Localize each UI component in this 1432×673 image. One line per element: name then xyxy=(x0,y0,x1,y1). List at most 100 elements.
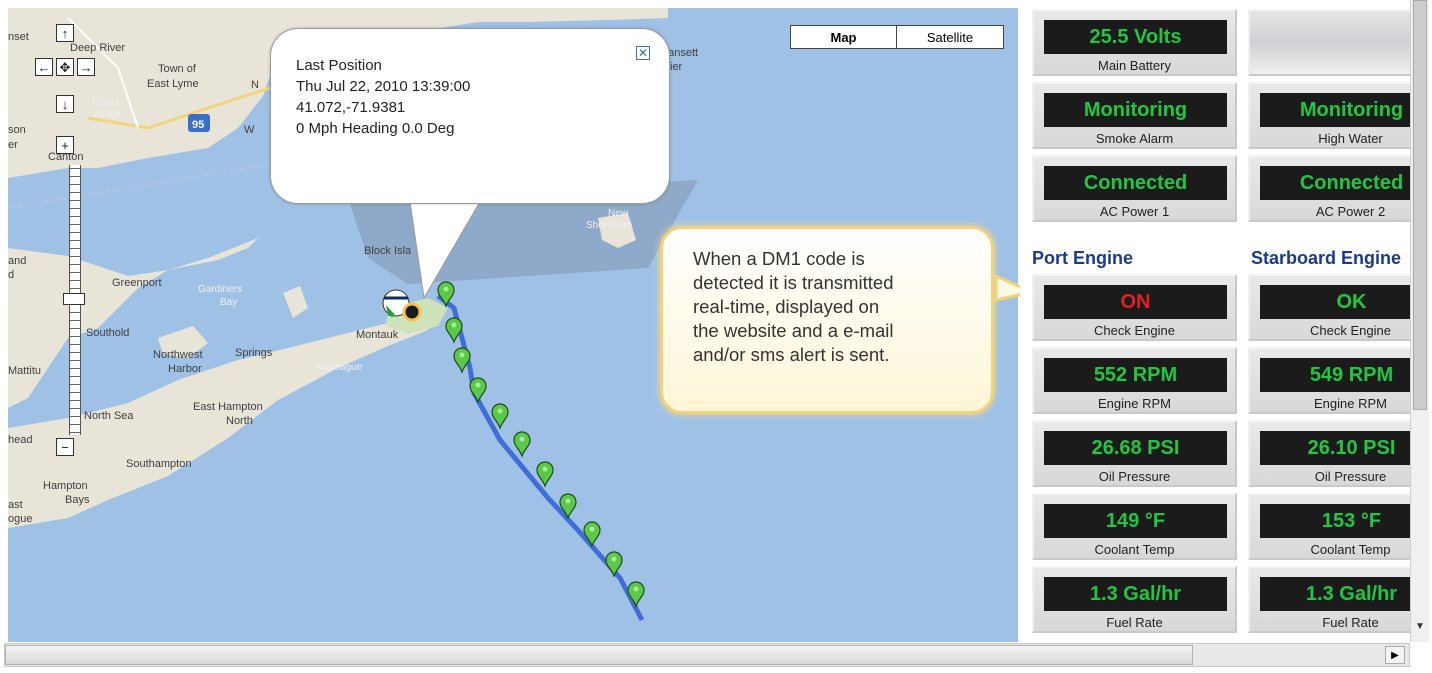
gauge-port-coolant-temp: 149 °F Coolant Temp xyxy=(1032,493,1237,560)
gauge-blank xyxy=(1248,9,1410,76)
place-son: son xyxy=(8,124,26,136)
gauge-value: Monitoring xyxy=(1044,93,1227,127)
scroll-down-icon[interactable]: ▼ xyxy=(1411,616,1429,638)
zoom-in-button[interactable]: + xyxy=(56,136,74,154)
gauge-port-check-engine: ON Check Engine xyxy=(1032,274,1237,341)
gauge-port-fuel-rate: 1.3 Gal/hr Fuel Rate xyxy=(1032,566,1237,633)
gauge-value: 1.3 Gal/hr xyxy=(1044,577,1227,611)
callout-box: When a DM1 code is detected it is transm… xyxy=(660,226,994,414)
gauge-value: 1.3 Gal/hr xyxy=(1260,577,1410,611)
gauge-label: Check Engine xyxy=(1094,323,1175,338)
gauge-stbd-rpm: 549 RPM Engine RPM xyxy=(1248,347,1410,414)
info-bubble-coords: 41.072,-71.9381 xyxy=(296,99,406,116)
gauge-label: High Water xyxy=(1318,131,1383,146)
gauge-value: Connected xyxy=(1260,166,1410,200)
track-pin[interactable] xyxy=(605,551,623,578)
gauge-value: 549 RPM xyxy=(1260,358,1410,392)
place-bays: Bays xyxy=(65,494,90,506)
gauge-label: Check Engine xyxy=(1310,323,1391,338)
place-springs: Springs xyxy=(235,347,273,359)
place-gardiners: Gardiners xyxy=(198,284,242,295)
scroll-right-icon[interactable]: ▶ xyxy=(1385,646,1405,664)
place-w: W xyxy=(244,124,255,136)
starboard-engine-title: Starboard Engine xyxy=(1251,248,1402,268)
gauge-label: Coolant Temp xyxy=(1310,542,1391,557)
place-north: North xyxy=(226,415,253,427)
place-montauk: Montauk xyxy=(356,329,399,341)
status-panel: 25.5 Volts Main Battery Monitoring Smoke… xyxy=(1020,0,1410,642)
gauge-label: AC Power 2 xyxy=(1315,204,1386,219)
place-new: New xyxy=(608,208,629,219)
gauge-stbd-coolant-temp: 153 °F Coolant Temp xyxy=(1248,493,1410,560)
place-ier: ier xyxy=(670,61,683,73)
place-nset: nset xyxy=(8,31,29,43)
info-bubble-time: Thu Jul 22, 2010 13:39:00 xyxy=(296,78,471,95)
gauge-value: 153 °F xyxy=(1260,504,1410,538)
place-greenport: Greenport xyxy=(112,277,162,289)
place-north-sea: North Sea xyxy=(84,410,134,422)
gauge-label: Fuel Rate xyxy=(1322,615,1379,630)
gauge-high-water: Monitoring High Water xyxy=(1248,82,1410,149)
gauge-value: OK xyxy=(1260,285,1410,319)
gauge-label: Main Battery xyxy=(1098,58,1171,73)
place-and: and xyxy=(8,255,26,267)
gauge-value: 149 °F xyxy=(1044,504,1227,538)
gauge-value: ON xyxy=(1044,285,1227,319)
gauge-value: Monitoring xyxy=(1260,93,1410,127)
gauge-value: 25.5 Volts xyxy=(1044,20,1227,54)
i95-label: 95 xyxy=(192,119,204,131)
gauge-stbd-oil-pressure: 26.10 PSI Oil Pressure xyxy=(1248,420,1410,487)
track-pin[interactable] xyxy=(491,403,509,430)
gauge-label: Oil Pressure xyxy=(1314,469,1387,484)
track-pin[interactable] xyxy=(536,461,554,488)
port-engine-title: Port Engine xyxy=(1032,248,1134,268)
vertical-scrollbar[interactable]: ▼ xyxy=(1410,0,1429,642)
gauge-value: 26.68 PSI xyxy=(1044,431,1227,465)
gauge-label: AC Power 1 xyxy=(1099,204,1170,219)
gauge-value: Connected xyxy=(1044,166,1227,200)
gauge-label: Fuel Rate xyxy=(1106,615,1163,630)
callout-line-4: the website and a e-mail xyxy=(693,320,894,341)
vertical-scroll-thumb[interactable] xyxy=(1413,0,1427,410)
gauge-main-battery: 25.5 Volts Main Battery xyxy=(1032,9,1237,76)
gauge-label: Engine RPM xyxy=(1098,396,1171,411)
info-bubble-tail xyxy=(407,188,489,300)
gauge-stbd-fuel-rate: 1.3 Gal/hr Fuel Rate xyxy=(1248,566,1410,633)
place-town-of: Town of xyxy=(158,63,197,75)
pan-up-button[interactable]: ↑ xyxy=(56,24,74,42)
map-type-map-button[interactable]: Map xyxy=(790,25,897,49)
pan-right-button[interactable]: → xyxy=(77,58,95,76)
place-southold: Southold xyxy=(86,327,129,339)
horizontal-scrollbar[interactable]: ▶ xyxy=(4,643,1410,667)
zoom-slider-handle[interactable] xyxy=(63,293,85,305)
horizontal-scroll-thumb[interactable] xyxy=(5,645,1193,665)
place-bay: Bay xyxy=(220,297,237,308)
info-bubble-speed: 0 Mph Heading 0.0 Deg xyxy=(296,120,455,137)
gauge-port-rpm: 552 RPM Engine RPM xyxy=(1032,347,1237,414)
place-village: Village xyxy=(92,109,122,120)
gauge-label: Smoke Alarm xyxy=(1095,131,1174,146)
callout-line-5: and/or sms alert is sent. xyxy=(693,344,890,365)
place-harbor: Harbor xyxy=(168,363,202,375)
gauge-label: Engine RPM xyxy=(1314,396,1387,411)
place-east-lyme: East Lyme xyxy=(147,78,199,90)
gauge-ac-power-1: Connected AC Power 1 xyxy=(1032,155,1237,222)
place-northwest: Northwest xyxy=(153,349,203,361)
gauge-label: Coolant Temp xyxy=(1094,542,1175,557)
gauge-ac-power-2: Connected AC Power 2 xyxy=(1248,155,1410,222)
place-essex: Essex xyxy=(92,97,119,108)
place-deep-river: Deep River xyxy=(70,42,125,54)
callout-line-1: When a DM1 code is xyxy=(693,248,865,269)
pan-left-button[interactable]: ← xyxy=(35,58,53,76)
place-er: er xyxy=(8,139,18,151)
place-n: N xyxy=(251,79,259,91)
zoom-out-button[interactable]: − xyxy=(56,438,74,456)
callout-line-3: real-time, displayed on xyxy=(693,296,880,317)
gauge-label: Oil Pressure xyxy=(1098,469,1171,484)
map-type-satellite-button[interactable]: Satellite xyxy=(896,25,1004,49)
track-pin[interactable] xyxy=(469,377,487,404)
pan-down-button[interactable]: ↓ xyxy=(56,95,74,113)
pan-center-button[interactable]: ✥ xyxy=(56,58,74,76)
track-pin[interactable] xyxy=(513,431,531,458)
close-icon[interactable]: ✕ xyxy=(636,46,650,60)
